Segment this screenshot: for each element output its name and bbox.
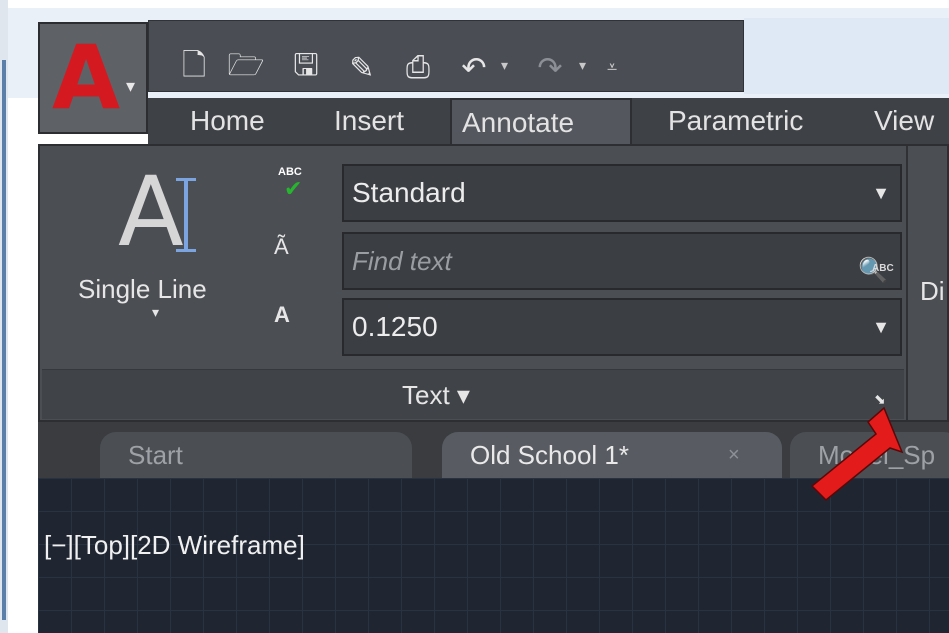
single-line-dropdown-icon[interactable]: ▾	[152, 304, 159, 321]
save-icon[interactable]: 🖫	[289, 49, 323, 85]
single-line-text-icon[interactable]: A	[118, 164, 184, 260]
tab-start[interactable]: Start	[100, 432, 412, 478]
application-menu-button[interactable]: A ▾	[38, 22, 148, 134]
single-line-button[interactable]: Single Line	[78, 274, 207, 305]
undo-icon[interactable]: ↶	[457, 51, 491, 85]
ribbon-tab-row: Home Insert Annotate Parametric View	[148, 98, 949, 144]
tab-insert[interactable]: Insert	[324, 98, 414, 144]
text-panel-footer: Text ▾ ⬊	[42, 369, 904, 419]
text-style-icon: ABC ✔	[278, 166, 303, 201]
red-arrow-annotation	[810, 406, 904, 502]
new-icon[interactable]: 🗋	[177, 49, 211, 85]
tab-home[interactable]: Home	[180, 98, 275, 144]
chevron-down-icon[interactable]: ▼	[872, 166, 890, 220]
text-style-value: Standard	[352, 177, 466, 208]
text-panel-title[interactable]: Text ▾	[402, 380, 470, 411]
check-icon: ✔	[284, 176, 303, 201]
open-icon[interactable]: 🗁	[227, 49, 264, 85]
customize-icon[interactable]: ⩡	[607, 57, 617, 78]
autocad-window: 🗋 🗁 🖫 ✎ ⎙ ↶ ▾ ↷ ▾ ⩡ A ▾ Home Insert Anno…	[0, 0, 949, 633]
viewport-controls[interactable]: [−][Top][2D Wireframe]	[44, 530, 305, 561]
next-panel-label: Di	[920, 276, 945, 306]
redo-icon[interactable]: ↷	[533, 51, 567, 85]
chevron-down-icon[interactable]: ▼	[872, 300, 890, 354]
find-text-icon: Ã	[274, 234, 289, 259]
autocad-logo-icon: A	[52, 26, 121, 129]
panel-separator	[906, 146, 908, 420]
chevron-down-icon: ▾	[126, 76, 136, 96]
find-text-input[interactable]	[352, 235, 822, 288]
tab-old-school-1[interactable]: Old School 1* ×	[442, 432, 782, 478]
title-bar-background	[744, 18, 949, 94]
tab-view[interactable]: View	[864, 98, 944, 144]
text-height-value: 0.1250	[352, 311, 438, 342]
ribbon-panel-area: A Single Line ▾ ABC ✔ Standard ▼ Ã 🔍ABC …	[38, 144, 949, 422]
text-cursor-icon	[176, 178, 196, 252]
quick-access-toolbar: 🗋 🗁 🖫 ✎ ⎙ ↶ ▾ ↷ ▾ ⩡	[148, 20, 744, 92]
close-icon[interactable]: ×	[728, 432, 740, 478]
text-height-select[interactable]: 0.1250 ▼	[342, 298, 902, 356]
undo-dropdown-icon[interactable]: ▾	[501, 57, 508, 74]
text-height-icon: A	[274, 302, 290, 327]
redo-dropdown-icon[interactable]: ▾	[579, 57, 586, 74]
find-replace-icon[interactable]: 🔍 ABC	[858, 244, 894, 284]
tab-annotate[interactable]: Annotate	[450, 98, 632, 144]
find-text-field[interactable]: 🔍ABC	[342, 232, 902, 290]
window-edge	[0, 0, 8, 633]
save-as-icon[interactable]: ✎	[345, 51, 379, 85]
text-style-select[interactable]: Standard ▼	[342, 164, 902, 222]
print-icon[interactable]: ⎙	[401, 51, 435, 85]
tab-parametric[interactable]: Parametric	[658, 98, 813, 144]
